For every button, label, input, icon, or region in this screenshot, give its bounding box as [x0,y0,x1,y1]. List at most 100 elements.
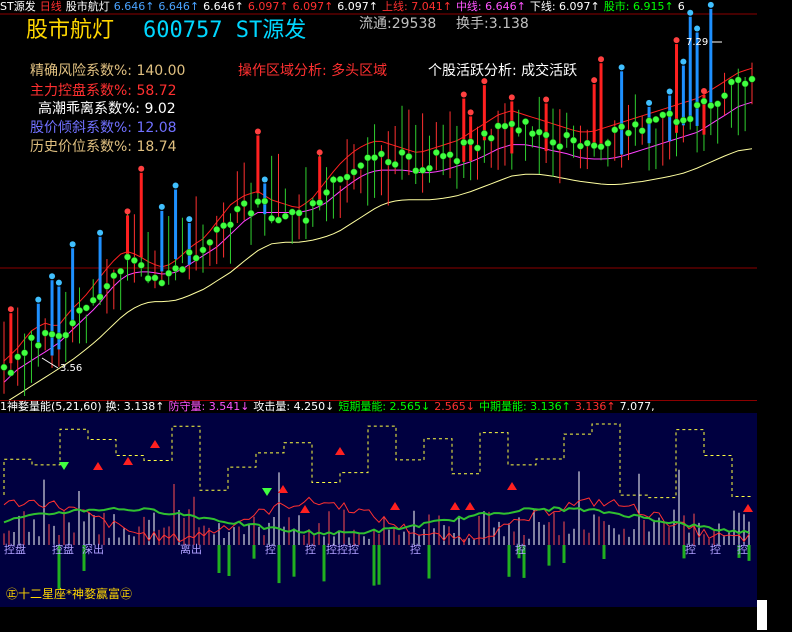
trend-dot [82,304,90,312]
trend-dot [741,80,749,88]
trend-dot [350,168,358,176]
trend-dot [27,334,35,342]
trend-dot [343,173,351,181]
trend-dot [247,209,255,217]
trend-dot [659,111,667,119]
trend-dot [693,101,701,109]
signal-bar [462,98,466,162]
negative-volume-bar [277,545,281,584]
signal-bar [709,8,713,106]
signal-dot [97,229,104,236]
trend-dot [41,329,49,337]
trend-dot [158,279,166,287]
right-margin [757,0,792,632]
trend-dot [748,75,756,83]
trend-dot [432,149,440,156]
signal-bar [174,189,178,260]
trend-dot [295,209,303,217]
trend-dot [666,110,674,118]
trend-dot [364,154,372,162]
trend-dot [549,138,557,146]
up-arrow-icon [93,462,103,470]
negative-volume-bar [507,545,511,577]
trend-dot [240,200,248,207]
signal-dot [598,56,605,63]
signal-bar [620,71,624,155]
high-annotation: 7.29 [686,37,708,48]
trend-dot [570,136,578,144]
trend-dot [707,102,715,110]
trend-dot [213,226,221,233]
trend-dot [377,150,385,158]
trend-dot [446,151,454,159]
signal-bar [98,236,102,295]
trend-dot [55,332,63,340]
up-arrow-icon [390,502,400,510]
trend-dot [535,128,543,136]
attack-volume-line [3,423,752,499]
trend-dot [316,199,324,207]
trend-dot [721,92,729,100]
signal-bar [256,135,260,194]
signal-bar [647,106,651,144]
indicator-signature: ㊣十二星座*神婺赢富㊣ [6,587,133,601]
signal-tag: 控 [305,542,316,556]
signal-bar [71,248,75,322]
trend-dot [275,216,282,224]
metric-control: 主力控盘系数%: 58.72 [30,83,177,99]
trend-dot [103,282,111,290]
volume-header-item-4: 短期量能: 2.565↓ [338,400,431,413]
metric-slope: 股价倾斜系数%: 12.08 [30,120,177,136]
signal-dot [186,216,193,223]
signal-dot [543,96,550,103]
trend-dot [165,269,173,277]
trend-dot [419,166,427,174]
negative-volume-bar [217,545,221,574]
negative-volume-bar [252,545,256,559]
trend-dot [727,78,735,86]
trend-dot [357,162,365,170]
up-arrow-icon [743,504,753,512]
signal-dot [591,77,598,84]
trend-dot [254,198,262,206]
trend-dot [137,261,145,269]
signal-dot [646,99,653,106]
signal-bar [9,313,13,364]
signal-dot [666,88,673,95]
up-arrow-icon [150,440,160,448]
signal-bar [599,63,603,150]
trend-dot [110,272,118,280]
trend-dot [69,319,77,327]
signal-dot [467,109,474,116]
negative-volume-bar [377,545,381,585]
trend-dot [625,129,632,137]
trend-dot [233,205,241,213]
trend-dot [185,248,193,256]
volume-chart[interactable]: 控盘 控盘 深出 离出控控控控控控控控控控 [0,400,757,607]
trend-dot [679,116,687,124]
trend-dot [323,189,330,196]
signal-bar [160,210,164,272]
signal-tag: 控控控 [326,542,359,556]
metric-deviation: 高潮乖离系数%: 9.02 [38,101,176,117]
negative-volume-bar [292,545,296,577]
volume-header-item-2: 防守量: 3.541↓ [168,400,250,413]
signal-dot [172,182,179,189]
trend-dot [0,363,8,371]
metric-risk: 精确风险系数%: 140.00 [30,63,186,79]
trend-dot [227,221,234,229]
trend-dot [714,100,722,108]
negative-volume-bar [562,545,566,564]
signal-tag: 控盘 [52,542,74,556]
signal-tag: 控 [685,542,696,556]
volume-header-item-5: 2.565↓ [434,400,475,413]
trend-dot [7,369,15,377]
trend-dot [556,143,564,151]
trend-dot [96,293,104,301]
trend-dot [329,176,337,184]
signal-tag: 离出 [180,542,202,556]
short-term-volume-line [3,496,750,544]
signal-dot [49,273,56,280]
low-annotation: 3.56 [60,363,82,374]
trend-dot [508,120,516,128]
